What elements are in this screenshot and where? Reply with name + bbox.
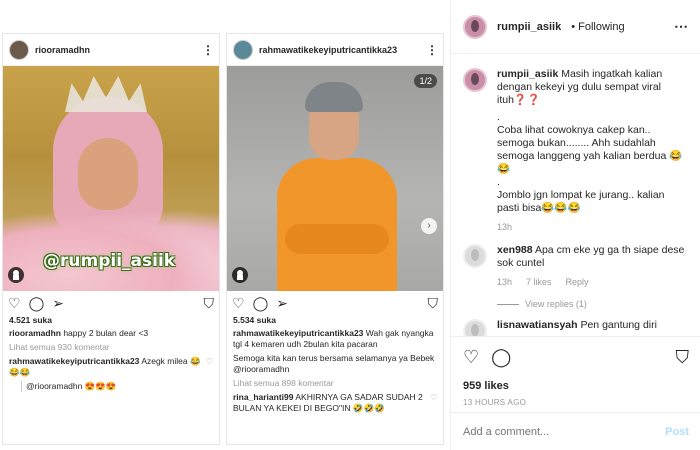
caption-user[interactable]: rumpii_asiik — [497, 68, 558, 80]
beanie-icon — [305, 82, 363, 112]
username[interactable]: riooramadhn — [35, 45, 196, 55]
post-photo: 1/2 › — [227, 66, 443, 291]
heart-icon[interactable]: ♡ — [463, 347, 479, 368]
share-icon[interactable]: ➢ — [276, 296, 288, 310]
bookmark-icon[interactable]: ⛉ — [204, 296, 215, 310]
caption-text: Coba lihat cowoknya cakep kan.. semoga b… — [497, 124, 683, 175]
comment-user[interactable]: xen988 — [497, 244, 533, 256]
caption-time: 13h — [497, 222, 513, 232]
watermark: @rumpii_asiik — [43, 251, 176, 271]
post-photo: @rumpii_asiik — [3, 66, 219, 291]
post-header: riooramadhn ⋮ — [3, 34, 219, 66]
view-all-comments[interactable]: Lihat semua 898 komentar — [233, 378, 437, 389]
user-tag-icon[interactable] — [8, 267, 24, 283]
avatar[interactable] — [463, 319, 487, 336]
more-icon[interactable]: ⋯ — [674, 18, 688, 35]
comment: lisnawatiansyah Pen gantung diri — [463, 319, 688, 336]
comment-icon[interactable]: ◯ — [29, 296, 45, 310]
more-icon[interactable]: ⋮ — [426, 43, 438, 57]
caption: riooramadhn happy 2 bulan dear <3 — [9, 328, 213, 339]
comment-time: 13h — [497, 277, 513, 287]
bookmark-icon[interactable]: ⛉ — [676, 347, 690, 368]
caption-text: Jomblo jgn lompat ke jurang.. kalian pas… — [497, 189, 665, 214]
comment-icon[interactable]: ◯ — [491, 347, 511, 368]
caption-user[interactable]: riooramadhn — [9, 328, 61, 338]
caption-text: . — [497, 176, 500, 188]
avatar[interactable] — [463, 68, 487, 92]
heart-icon[interactable]: ♡ — [206, 356, 213, 367]
post-detail-panel: rumpii_asiik • Following ⋯ rumpii_asiik … — [450, 0, 700, 450]
post-timestamp[interactable]: 13 HOURS AGO — [463, 398, 689, 407]
comment-icon[interactable]: ◯ — [253, 296, 269, 310]
avatar[interactable] — [9, 39, 29, 60]
caption-text: . — [497, 111, 500, 123]
avatar[interactable] — [233, 39, 253, 60]
comment-likes[interactable]: 7 likes — [526, 276, 552, 289]
crown-icon — [65, 76, 147, 112]
view-all-comments[interactable]: Lihat semua 930 komentar — [9, 342, 213, 353]
reply-button[interactable]: Reply — [566, 276, 589, 289]
post-actions: ♡ ◯ ➢ ⛉ — [3, 291, 219, 315]
heart-icon[interactable]: ♡ — [232, 296, 245, 310]
username[interactable]: rumpii_asiik — [497, 21, 561, 33]
username[interactable]: rahmawatikekeyiputricantikka23 — [259, 45, 420, 55]
post-body: 5.534 suka rahmawatikekeyiputricantikka2… — [227, 315, 443, 414]
avatar[interactable] — [463, 14, 487, 39]
chevron-right-icon[interactable]: › — [421, 218, 437, 234]
post-card-2: rahmawatikekeyiputricantikka23 ⋮ 1/2 › ♡… — [226, 33, 444, 445]
caption: rahmawatikekeyiputricantikka23 Wah gak n… — [233, 328, 437, 350]
heart-icon[interactable]: ♡ — [680, 248, 688, 259]
post-body: 4.521 suka riooramadhn happy 2 bulan dea… — [3, 315, 219, 392]
caption: rumpii_asiik Masih ingatkah kalian denga… — [463, 68, 688, 234]
caption-text: happy 2 bulan dear <3 — [63, 328, 149, 338]
like-count[interactable]: 4.521 suka — [9, 315, 213, 326]
reply: @riooramadhn 😍😍😍 — [21, 381, 213, 392]
panel-actions: ♡ ◯ ⛉ 959 likes 13 HOURS AGO — [451, 336, 700, 407]
comment-user[interactable]: lisnawatiansyah — [497, 319, 578, 331]
add-comment-bar: Post — [451, 412, 700, 450]
comment-user[interactable]: rahmawatikekeyiputricantikka23 — [9, 356, 139, 366]
add-comment-input[interactable] — [463, 425, 666, 438]
reply-text: @riooramadhn 😍😍😍 — [26, 381, 117, 391]
post-button[interactable]: Post — [665, 426, 689, 438]
caption-text-2: Semoga kita kan terus bersama selamanya … — [233, 353, 435, 374]
heart-icon[interactable]: ♡ — [8, 296, 21, 310]
comment-text: Pen gantung diri — [580, 319, 657, 331]
like-count[interactable]: 959 likes — [463, 380, 689, 392]
view-replies[interactable]: View replies (1) — [497, 299, 688, 309]
bookmark-icon[interactable]: ⛉ — [428, 296, 439, 310]
view-replies-label[interactable]: View replies (1) — [525, 299, 587, 309]
panel-header: rumpii_asiik • Following ⋯ — [451, 0, 700, 54]
avatar[interactable] — [463, 244, 487, 268]
post-card-1: riooramadhn ⋮ @rumpii_asiik ♡ ◯ ➢ ⛉ 4.52… — [2, 33, 220, 445]
carousel-counter: 1/2 — [414, 74, 437, 88]
post-header: rahmawatikekeyiputricantikka23 ⋮ — [227, 34, 443, 66]
follow-status[interactable]: • Following — [571, 21, 624, 33]
divider — [497, 303, 519, 305]
caption-user[interactable]: rahmawatikekeyiputricantikka23 — [233, 328, 363, 338]
photo-arms — [285, 224, 389, 254]
comment: xen988 Apa cm eke yg ga th siape dese so… — [463, 244, 688, 289]
comment-user[interactable]: rina_harianti99 — [233, 392, 293, 402]
comments-list[interactable]: rumpii_asiik Masih ingatkah kalian denga… — [451, 54, 700, 336]
collage-image: riooramadhn ⋮ @rumpii_asiik ♡ ◯ ➢ ⛉ 4.52… — [0, 0, 450, 450]
more-icon[interactable]: ⋮ — [202, 43, 214, 57]
heart-icon[interactable]: ♡ — [430, 392, 437, 403]
user-tag-icon[interactable] — [232, 267, 248, 283]
comment: rahmawatikekeyiputricantikka23 Azegk mil… — [9, 356, 213, 378]
share-icon[interactable]: ➢ — [52, 296, 64, 310]
post-actions: ♡ ◯ ➢ ⛉ — [227, 291, 443, 315]
photo-face — [78, 138, 138, 210]
comment: rina_harianti99 AKHIRNYA GA SADAR SUDAH … — [233, 392, 437, 414]
like-count[interactable]: 5.534 suka — [233, 315, 437, 326]
